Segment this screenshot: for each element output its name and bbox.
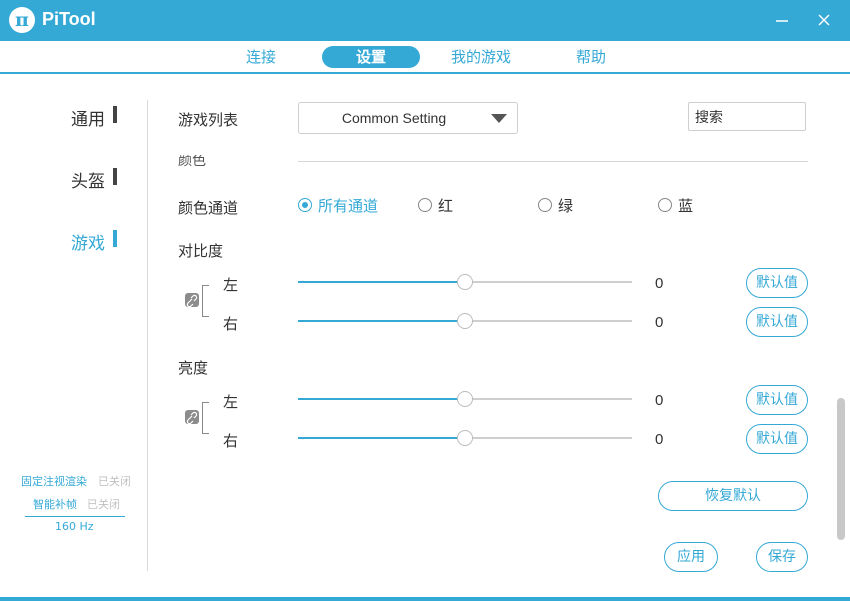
smart-smoothing-state: 已关闭: [87, 498, 120, 511]
radio-label: 绿: [558, 197, 574, 215]
vertical-scrollbar[interactable]: [837, 398, 845, 540]
section-divider: [298, 161, 808, 162]
slider-thumb[interactable]: [457, 430, 473, 446]
brightness-left-label: 左: [223, 393, 239, 411]
ffr-state: 已关闭: [98, 475, 131, 488]
chevron-down-icon: [491, 114, 507, 123]
tab-settings[interactable]: 设置: [322, 46, 420, 68]
brightness-left-value: 0: [655, 392, 664, 409]
slider-fill: [298, 320, 465, 322]
brightness-left-default-button[interactable]: 默认值: [746, 385, 808, 415]
contrast-right-label: 右: [223, 315, 239, 333]
section-color-heading: 颜色: [178, 155, 206, 169]
smart-smoothing-label: 智能补帧: [33, 498, 77, 511]
game-list-label: 游戏列表: [178, 111, 239, 129]
slider-thumb[interactable]: [457, 313, 473, 329]
sidebar-divider: [147, 100, 148, 571]
link-icon[interactable]: [185, 410, 199, 425]
contrast-left-value: 0: [655, 275, 664, 292]
ffr-label: 固定注视渲染: [21, 475, 87, 488]
contrast-right-slider[interactable]: [298, 313, 632, 329]
brightness-right-default-button[interactable]: 默认值: [746, 424, 808, 454]
status-divider: [25, 516, 125, 517]
game-list-value: Common Setting: [341, 110, 447, 126]
sidebar-item-headset[interactable]: 头盔: [71, 167, 105, 192]
link-icon[interactable]: [185, 293, 199, 308]
slider-fill: [298, 398, 465, 400]
slider-fill: [298, 437, 465, 439]
search-input[interactable]: [688, 102, 806, 131]
radio-dot: [658, 198, 672, 212]
contrast-right-value: 0: [655, 314, 664, 331]
window-bottom-border: [0, 597, 850, 601]
color-channel-label: 颜色通道: [178, 199, 239, 217]
main-nav: 连接 设置 我的游戏 帮助: [0, 41, 850, 74]
bracket: [202, 402, 209, 434]
contrast-left-default-button[interactable]: 默认值: [746, 268, 808, 298]
sidebar-item-general[interactable]: 通用: [71, 105, 105, 130]
brightness-left-slider[interactable]: [298, 391, 632, 407]
minimize-icon[interactable]: [770, 8, 794, 32]
sidebar-marker: [113, 168, 117, 185]
pi-logo-icon: π: [9, 7, 35, 33]
brightness-right-value: 0: [655, 431, 664, 448]
contrast-left-label: 左: [223, 276, 239, 294]
contrast-left-slider[interactable]: [298, 274, 632, 290]
sidebar-marker: [113, 106, 117, 123]
radio-dot: [418, 198, 432, 212]
slider-fill: [298, 281, 465, 283]
brightness-right-label: 右: [223, 432, 239, 450]
sidebar-marker-active: [113, 230, 117, 247]
contrast-label: 对比度: [178, 242, 224, 260]
brightness-right-slider[interactable]: [298, 430, 632, 446]
refresh-rate: 160 Hz: [55, 520, 94, 533]
radio-label: 蓝: [678, 197, 694, 215]
title-bar: π PiTool: [0, 0, 850, 41]
slider-thumb[interactable]: [457, 274, 473, 290]
contrast-right-default-button[interactable]: 默认值: [746, 307, 808, 337]
radio-label: 所有通道: [318, 197, 379, 215]
save-button[interactable]: 保存: [756, 542, 808, 572]
brightness-label: 亮度: [178, 359, 209, 377]
tab-connect[interactable]: 连接: [228, 46, 294, 68]
radio-label: 红: [438, 197, 454, 215]
close-icon[interactable]: [812, 8, 836, 32]
slider-thumb[interactable]: [457, 391, 473, 407]
bracket: [202, 285, 209, 317]
radio-dot: [538, 198, 552, 212]
tab-my-games[interactable]: 我的游戏: [440, 46, 522, 68]
tab-help[interactable]: 帮助: [560, 46, 622, 68]
radio-dot: [298, 198, 312, 212]
apply-button[interactable]: 应用: [664, 542, 718, 572]
section-color: 颜色: [178, 155, 298, 169]
game-list-select[interactable]: Common Setting: [298, 102, 518, 134]
sidebar-item-game[interactable]: 游戏: [71, 229, 105, 254]
restore-defaults-button[interactable]: 恢复默认: [658, 481, 808, 511]
app-title: PiTool: [42, 9, 96, 29]
